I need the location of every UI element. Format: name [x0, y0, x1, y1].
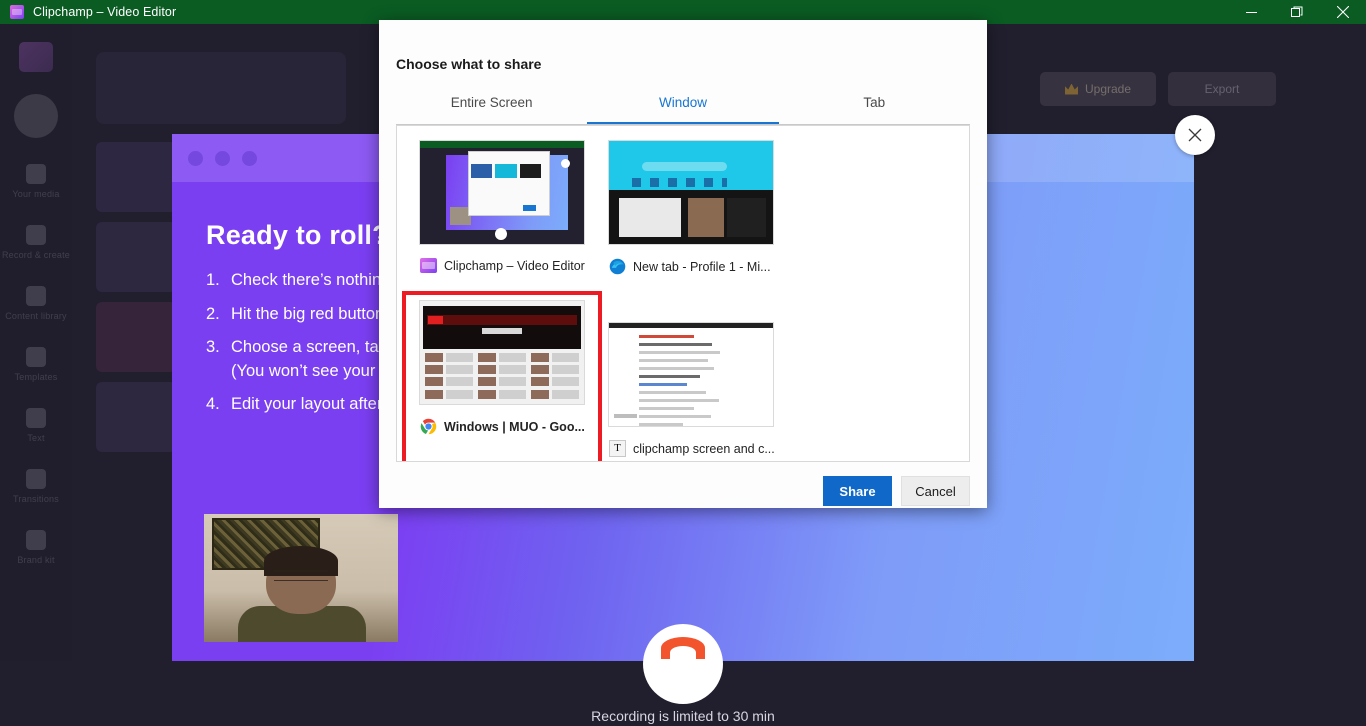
tab-entire-screen[interactable]: Entire Screen: [396, 95, 587, 124]
source-caption: New tab - Profile 1 - Mi...: [603, 258, 779, 275]
sidebar-item-brand-kit[interactable]: Brand kit: [0, 530, 72, 565]
mock-dot-2: [215, 151, 230, 166]
mock-dot-3: [242, 151, 257, 166]
screen-root: Clipchamp – Video Editor Your media Reco…: [0, 0, 1366, 726]
window-title: Clipchamp – Video Editor: [33, 5, 177, 19]
step-text: Check there’s nothing: [231, 271, 391, 289]
sidebar-item-label: Record & create: [1, 250, 71, 260]
source-item-windows-muo[interactable]: Windows | MUO - Goo...: [402, 291, 602, 461]
upgrade-button[interactable]: Upgrade: [1040, 72, 1156, 106]
brandkit-icon: [26, 530, 46, 550]
clipchamp-icon: [10, 5, 24, 19]
dialog-title: Choose what to share: [396, 56, 542, 72]
record-button[interactable]: [643, 624, 723, 704]
bg-chip: [96, 302, 176, 372]
media-icon: [26, 164, 46, 184]
source-caption: T clipchamp screen and c...: [603, 440, 779, 457]
source-label: Windows | MUO - Goo...: [444, 419, 585, 434]
app-logo-icon: [19, 42, 53, 72]
share-source-tabs: Entire Screen Window Tab: [396, 95, 970, 125]
sidebar-item-label: Brand kit: [17, 555, 55, 565]
close-recorder-button[interactable]: [1175, 115, 1215, 155]
edge-icon: [609, 258, 626, 275]
source-caption: Clipchamp – Video Editor: [414, 258, 590, 273]
sidebar-item-label: Templates: [14, 372, 58, 382]
source-label: clipchamp screen and c...: [633, 441, 775, 456]
sidebar-item-label: Transitions: [13, 494, 59, 504]
step-text: Hit the big red button: [231, 304, 385, 323]
upgrade-label: Upgrade: [1084, 82, 1132, 96]
bg-chip: [96, 142, 176, 212]
source-thumbnail: [608, 140, 774, 245]
record-limit-text: Recording is limited to 30 min: [591, 708, 775, 724]
dialog-footer: Share Cancel: [396, 476, 970, 508]
cancel-button[interactable]: Cancel: [901, 476, 970, 506]
source-item-new-tab-edge[interactable]: New tab - Profile 1 - Mi...: [600, 140, 782, 300]
sidebar-item-transitions[interactable]: Transitions: [0, 469, 72, 504]
share-button[interactable]: Share: [823, 476, 892, 506]
source-item-clipchamp[interactable]: Clipchamp – Video Editor: [411, 140, 593, 300]
tab-window[interactable]: Window: [587, 95, 779, 124]
source-thumbnail: [419, 140, 585, 245]
sidebar-item-label: Text: [27, 433, 45, 443]
step-number: 3.: [206, 338, 220, 356]
bg-chip: [96, 222, 176, 292]
close-icon[interactable]: [1320, 0, 1366, 24]
step-number: 2.: [206, 304, 220, 323]
step-text: Edit your layout after: [231, 395, 383, 413]
minimize-icon[interactable]: [1228, 0, 1274, 24]
source-label: Clipchamp – Video Editor: [444, 258, 585, 273]
step-number: 4.: [206, 395, 220, 413]
sidebar-item-your-media[interactable]: Your media: [0, 164, 72, 199]
restore-icon[interactable]: [1274, 0, 1320, 24]
sidebar-item-label: Your media: [12, 189, 60, 199]
sidebar-item-templates[interactable]: Templates: [0, 347, 72, 382]
clipchamp-icon: [420, 258, 437, 273]
left-sidebar: Your media Record & create Content libra…: [0, 24, 72, 726]
mock-dot-1: [188, 151, 203, 166]
source-grid: Clipchamp – Video Editor New tab - Profi…: [396, 125, 970, 462]
library-icon: [26, 286, 46, 306]
export-button[interactable]: Export: [1168, 72, 1276, 106]
crown-icon: [1064, 83, 1078, 95]
avatar: [14, 94, 58, 138]
text-icon: [26, 408, 46, 428]
tab-tab[interactable]: Tab: [779, 95, 970, 124]
sidebar-item-content-library[interactable]: Content library: [0, 286, 72, 321]
transitions-icon: [26, 469, 46, 489]
chrome-icon: [420, 418, 437, 435]
source-label: New tab - Profile 1 - Mi...: [633, 259, 771, 274]
record-create-icon: [26, 225, 46, 245]
step-number: 1.: [206, 271, 220, 289]
sidebar-item-record-create[interactable]: Record & create: [0, 225, 72, 260]
glasses-icon: [274, 570, 328, 581]
record-bar: Recording is limited to 30 min: [0, 624, 1366, 726]
source-caption: Windows | MUO - Goo...: [414, 418, 590, 435]
bg-chip: [96, 382, 176, 452]
text-document-icon: T: [609, 440, 626, 457]
sidebar-item-text[interactable]: Text: [0, 408, 72, 443]
templates-icon: [26, 347, 46, 367]
source-item-clipchamp-doc[interactable]: T clipchamp screen and c...: [600, 322, 782, 461]
sidebar-item-label: Content library: [5, 311, 67, 321]
webcam-preview: [204, 514, 398, 642]
source-thumbnail: [608, 322, 774, 427]
record-arc-icon: [661, 637, 705, 668]
step-text: Choose a screen, tab: [231, 338, 388, 356]
export-label: Export: [1204, 82, 1240, 96]
bg-panel: [96, 52, 346, 124]
choose-what-to-share-dialog: Choose what to share Entire Screen Windo…: [379, 20, 987, 508]
source-thumbnail: [419, 300, 585, 405]
